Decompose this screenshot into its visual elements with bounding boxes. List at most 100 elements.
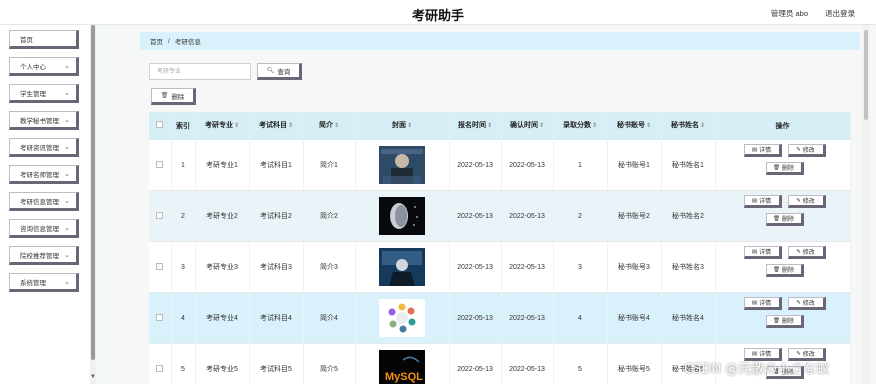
- sort-icon: ⇕: [699, 123, 706, 129]
- app-title: 考研助手: [411, 8, 464, 23]
- edit-icon: ✎: [796, 299, 801, 306]
- svg-text:MySQL: MySQL: [385, 371, 423, 383]
- breadcrumb: 首页 / 考研信息: [140, 32, 860, 50]
- edit-button[interactable]: ✎ 修改: [787, 195, 826, 208]
- chevron-down-icon: ⌄: [64, 90, 70, 97]
- col-header-index[interactable]: 索引: [171, 112, 196, 140]
- cell-secretary-name: 秘书姓名2: [661, 190, 716, 242]
- col-header-actions: 操作: [715, 112, 851, 140]
- cell-secretary-name: 秘书姓名3: [661, 241, 716, 293]
- batch-delete-button[interactable]: 🗑︎ 删除: [151, 88, 196, 105]
- chevron-down-icon: ⌄: [64, 63, 70, 70]
- edit-button[interactable]: ✎ 修改: [787, 144, 826, 157]
- sidebar-item-label: 咨询信息管理: [20, 225, 59, 233]
- sort-icon: ⇕: [538, 123, 545, 129]
- cell-cover: [355, 241, 450, 293]
- col-header-cover[interactable]: 封面⇕: [355, 112, 450, 140]
- sort-icon: ⇕: [591, 123, 598, 129]
- sort-icon: ⇕: [645, 123, 652, 129]
- delete-button[interactable]: 🗑︎ 删除: [765, 264, 804, 277]
- cell-score: 3: [553, 241, 608, 293]
- delete-button[interactable]: 🗑︎ 删除: [765, 213, 804, 226]
- cell-major: 考研专业2: [195, 190, 250, 242]
- col-header-secretary-account[interactable]: 秘书账号⇕: [607, 112, 662, 140]
- cell-signup-time: 2022-05-13: [449, 190, 502, 242]
- breadcrumb-separator: /: [168, 37, 170, 45]
- edit-button[interactable]: ✎ 修改: [787, 297, 826, 310]
- scroll-down-arrow-icon[interactable]: ▼: [90, 374, 96, 380]
- detail-icon: ▤: [751, 146, 758, 153]
- breadcrumb-current: 考研信息: [174, 39, 201, 46]
- row-checkbox[interactable]: [149, 241, 172, 293]
- cell-intro: 简介3: [303, 241, 356, 293]
- select-all-checkbox[interactable]: [149, 112, 172, 140]
- page-scrollbar-thumb[interactable]: [864, 30, 868, 120]
- detail-button[interactable]: ▤ 详情: [743, 246, 782, 259]
- cell-subject: 考试科目3: [249, 241, 304, 293]
- sidebar-item-school-recommend[interactable]: 院校推荐管理 ⌄: [9, 246, 79, 265]
- sidebar-item-secretaries[interactable]: 教学秘书管理 ⌄: [9, 111, 79, 130]
- search-button[interactable]: 🔍︎ 查询: [257, 63, 302, 80]
- row-checkbox[interactable]: [149, 140, 172, 191]
- trash-icon: 🗑︎: [773, 164, 780, 171]
- cell-secretary-account: 秘书账号1: [607, 140, 662, 191]
- row-checkbox[interactable]: [149, 292, 172, 344]
- col-header-secretary-name[interactable]: 秘书姓名⇕: [661, 112, 716, 140]
- sidebar-item-label: 教学秘书管理: [20, 117, 59, 125]
- cell-index: 4: [171, 292, 196, 344]
- sidebar-item-news[interactable]: 考研资讯管理 ⌄: [9, 138, 79, 157]
- cell-actions: ▤ 详情 ✎ 修改 🗑︎ 删除: [715, 190, 851, 242]
- cell-actions: ▤ 详情 ✎ 修改 🗑︎ 删除: [715, 292, 851, 344]
- logout-link[interactable]: 退出登录: [825, 8, 855, 19]
- sort-icon: ⇕: [287, 123, 294, 129]
- edit-icon: ✎: [796, 197, 801, 204]
- col-header-intro[interactable]: 简介⇕: [303, 112, 356, 140]
- search-input[interactable]: [149, 63, 251, 80]
- sidebar-item-students[interactable]: 学生管理 ⌄: [9, 84, 79, 103]
- cell-signup-time: 2022-05-13: [449, 343, 502, 384]
- cell-cover: [355, 140, 450, 191]
- sidebar-item-system[interactable]: 系统管理 ⌄: [9, 273, 79, 292]
- breadcrumb-home[interactable]: 首页: [150, 36, 163, 46]
- col-header-signup-time[interactable]: 报名时间⇕: [449, 112, 502, 140]
- cell-cover: MySQL: [355, 343, 450, 384]
- detail-button[interactable]: ▤ 详情: [743, 297, 782, 310]
- sidebar-item-home[interactable]: 首页: [9, 30, 79, 49]
- cell-actions: ▤ 详情 ✎ 修改 🗑︎ 删除: [715, 140, 851, 191]
- cell-secretary-name: 秘书姓名4: [661, 292, 716, 344]
- cover-image: [379, 299, 425, 337]
- delete-button[interactable]: 🗑︎ 删除: [765, 162, 804, 175]
- cell-cover: [355, 190, 450, 242]
- col-header-subject[interactable]: 考试科目⇕: [249, 112, 304, 140]
- delete-button[interactable]: 🗑︎ 删除: [765, 315, 804, 328]
- search-icon: 🔍︎: [266, 68, 275, 74]
- sidebar-item-consultation[interactable]: 咨询信息管理 ⌄: [9, 219, 79, 238]
- detail-icon: ▤: [751, 248, 758, 255]
- cell-major: 考研专业1: [195, 140, 250, 191]
- row-checkbox[interactable]: [149, 343, 172, 384]
- row-checkbox[interactable]: [149, 190, 172, 242]
- col-header-confirm-time[interactable]: 确认时间⇕: [501, 112, 554, 140]
- detail-icon: ▤: [751, 350, 758, 357]
- edit-icon: ✎: [796, 146, 801, 153]
- sidebar-item-exam-info[interactable]: 考研信息管理 ⌄: [9, 192, 79, 211]
- sidebar-item-label: 考研资讯管理: [20, 144, 59, 152]
- sort-icon: ⇕: [333, 123, 340, 129]
- col-header-major[interactable]: 考研专业⇕: [195, 112, 250, 140]
- cell-major: 考研专业5: [195, 343, 250, 384]
- detail-button[interactable]: ▤ 详情: [743, 195, 782, 208]
- edit-button[interactable]: ✎ 修改: [787, 246, 826, 259]
- cell-index: 3: [171, 241, 196, 293]
- sidebar-item-teachers[interactable]: 考研名师管理 ⌄: [9, 165, 79, 184]
- sidebar-item-personal-center[interactable]: 个人中心 ⌄: [9, 57, 79, 76]
- cell-confirm-time: 2022-05-13: [501, 190, 554, 242]
- batch-delete-label: 删除: [171, 93, 185, 101]
- col-header-score[interactable]: 录取分数⇕: [553, 112, 608, 140]
- sidebar-scrollbar-thumb[interactable]: [91, 25, 95, 360]
- cell-confirm-time: 2022-05-13: [501, 140, 554, 191]
- detail-button[interactable]: ▤ 详情: [743, 144, 782, 157]
- cell-major: 考研专业3: [195, 241, 250, 293]
- sidebar-item-label: 首页: [20, 36, 33, 44]
- admin-label: 管理员 abo: [770, 9, 808, 18]
- chevron-down-icon: ⌄: [64, 171, 70, 178]
